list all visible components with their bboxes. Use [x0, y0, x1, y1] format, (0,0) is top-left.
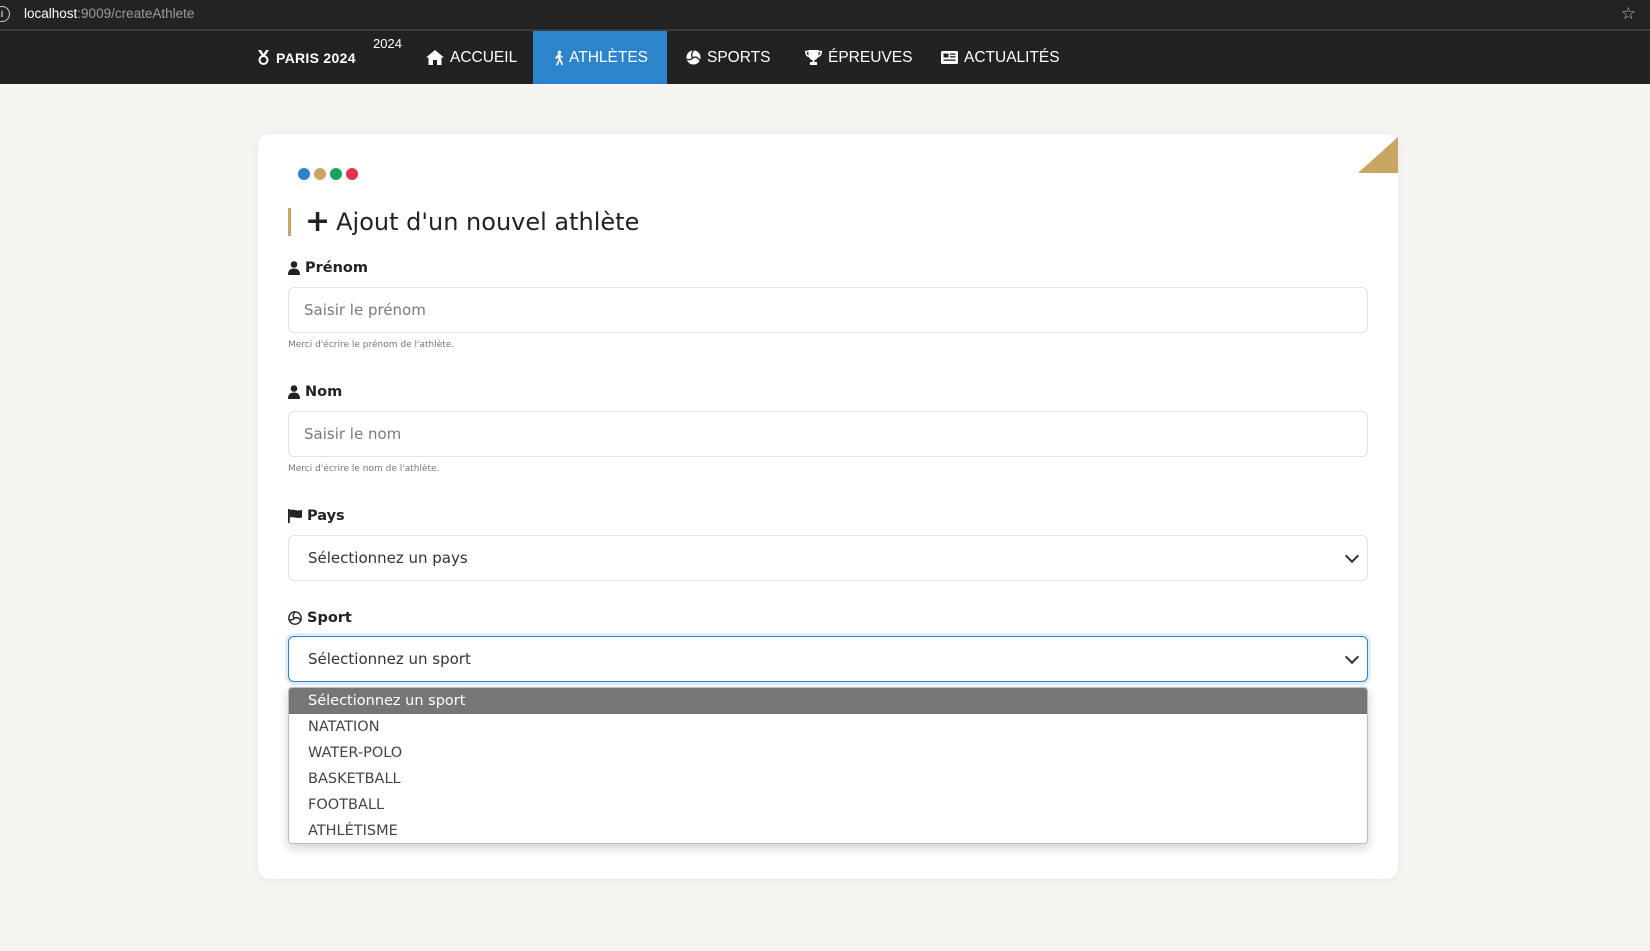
brand-link[interactable]: PARIS 2024 — [257, 31, 356, 84]
dot-blue — [298, 168, 310, 180]
nav-item-label: ACTUALITÉS — [964, 48, 1060, 66]
nom-help-text: Merci d'écrire le nom de l'athlète. — [288, 464, 440, 474]
sport-label-text: Sport — [307, 610, 352, 626]
flag-icon — [288, 509, 302, 523]
prenom-input[interactable]: Saisir le prénom — [288, 287, 1368, 333]
sport-label: Sport — [288, 610, 352, 626]
user-icon — [288, 261, 300, 275]
nom-label-text: Nom — [305, 384, 343, 400]
volleyball-icon — [686, 50, 701, 65]
sport-select[interactable]: Sélectionnez un sport — [288, 636, 1368, 682]
brand-label: PARIS 2024 — [276, 49, 356, 66]
nav-item-accueil[interactable]: ACCUEIL — [407, 31, 536, 84]
user-icon — [288, 385, 300, 399]
nav-item-label: ÉPREUVES — [828, 48, 913, 66]
prenom-help-text: Merci d'écrire le prénom de l'athlète. — [288, 340, 455, 350]
chevron-down-icon — [1344, 548, 1360, 564]
running-icon — [554, 50, 564, 65]
prenom-label-text: Prénom — [305, 260, 369, 276]
pays-label-text: Pays — [307, 508, 345, 524]
plus-icon: + — [305, 204, 331, 239]
sport-option[interactable]: Sélectionnez un sport — [289, 688, 1367, 714]
main-navbar: PARIS 2024 2024 ACCUEIL ATHLÈTES SPORTS … — [0, 31, 1650, 84]
browser-address-bar: i localhost:9009/createAthlete ☆ — [0, 0, 1650, 31]
dot-green — [330, 168, 342, 180]
trophy-icon — [805, 50, 822, 65]
pays-select[interactable]: Sélectionnez un pays — [288, 535, 1368, 581]
nav-item-label: ATHLÈTES — [569, 48, 648, 66]
url-field[interactable]: localhost:9009/createAthlete — [24, 6, 194, 21]
pays-selected-value: Sélectionnez un pays — [308, 549, 468, 567]
nav-item-epreuves[interactable]: ÉPREUVES — [786, 31, 931, 84]
brand-year: 2024 — [373, 36, 402, 51]
sport-option[interactable]: WATER-POLO — [289, 740, 1367, 766]
bookmark-star-icon[interactable]: ☆ — [1621, 4, 1636, 24]
sport-option[interactable]: ATHLÉTISME — [289, 818, 1367, 843]
pays-label: Pays — [288, 508, 345, 524]
nav-item-athletes[interactable]: ATHLÈTES — [533, 31, 667, 84]
nom-label: Nom — [288, 384, 342, 400]
nav-item-sports[interactable]: SPORTS — [667, 31, 789, 84]
newspaper-icon — [941, 51, 958, 64]
sport-option[interactable]: FOOTBALL — [289, 792, 1367, 818]
page-title-text: Ajout d'un nouvel athlète — [336, 208, 640, 236]
site-info-icon[interactable]: i — [0, 6, 10, 22]
chevron-down-icon — [1344, 649, 1360, 665]
sport-dropdown-list: Sélectionnez un sport NATATION WATER-POL… — [288, 687, 1368, 844]
dot-gold — [314, 168, 326, 180]
url-host: localhost — [24, 6, 78, 21]
nom-input[interactable]: Saisir le nom — [288, 411, 1368, 457]
prenom-label: Prénom — [288, 260, 368, 276]
volleyball-icon — [288, 611, 302, 625]
prenom-placeholder: Saisir le prénom — [304, 301, 426, 319]
home-icon — [426, 50, 444, 65]
dot-red — [346, 168, 358, 180]
sport-option[interactable]: BASKETBALL — [289, 766, 1367, 792]
corner-decoration — [1358, 137, 1398, 173]
nom-placeholder: Saisir le nom — [304, 425, 402, 443]
url-path: :9009/createAthlete — [77, 6, 195, 21]
medal-icon — [258, 50, 269, 65]
sport-selected-value: Sélectionnez un sport — [308, 650, 471, 668]
nav-item-actualites[interactable]: ACTUALITÉS — [922, 31, 1079, 84]
nav-item-label: SPORTS — [707, 48, 771, 66]
sport-option[interactable]: NATATION — [289, 714, 1367, 740]
page-title: + Ajout d'un nouvel athlète — [288, 204, 640, 239]
olympic-dots — [298, 168, 358, 180]
nav-item-label: ACCUEIL — [450, 48, 518, 66]
